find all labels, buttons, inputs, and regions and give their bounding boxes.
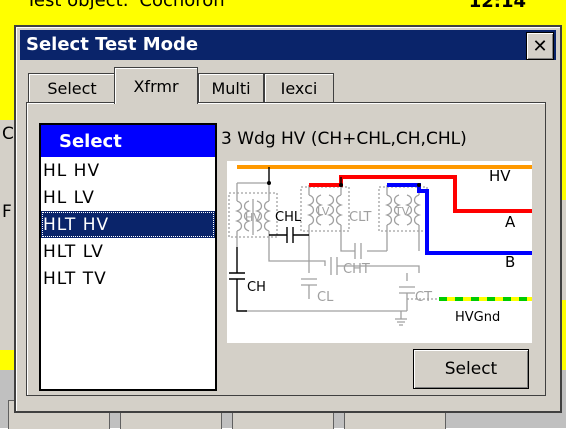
select-test-mode-dialog: Select Test Mode ✕ Select Xfrmr Multi Ie… xyxy=(14,25,562,413)
list-item-hlt-lv[interactable]: HLT LV xyxy=(41,238,215,265)
lv-winding-label: LV xyxy=(317,205,330,218)
list-item-hl-lv[interactable]: HL LV xyxy=(41,184,215,211)
tab-multi[interactable]: Multi xyxy=(198,73,264,102)
list-item-hl-hv[interactable]: HL HV xyxy=(41,157,215,184)
cht-label: CHT xyxy=(343,262,370,277)
chl-label: CHL xyxy=(275,210,302,225)
clt-capacitor xyxy=(354,243,362,259)
list-header: Select xyxy=(41,125,215,157)
cl-capacitor xyxy=(301,278,317,286)
list-item-hlt-hv[interactable]: HLT HV xyxy=(41,211,215,238)
tv-coil xyxy=(384,194,393,226)
lv-coil3 xyxy=(326,194,335,226)
list-item-hlt-tv[interactable]: HLT TV xyxy=(41,265,215,292)
tab-iexci[interactable]: Iexci xyxy=(264,73,334,102)
node xyxy=(267,181,271,185)
hv-core2 xyxy=(263,200,272,232)
tv-leads xyxy=(386,185,420,251)
a-terminal-label: A xyxy=(505,213,516,231)
node xyxy=(339,183,343,187)
background-letter: F xyxy=(2,202,12,222)
tab-select[interactable]: Select xyxy=(28,73,116,102)
tab-xfrmr[interactable]: Xfrmr xyxy=(114,67,198,104)
ch-capacitor xyxy=(229,247,247,312)
background-title: Test object: 'Cochoron' xyxy=(26,0,230,11)
clt-wiring xyxy=(340,247,387,252)
lv-coil xyxy=(306,194,315,226)
transformer-connection-diagram: HV LV TV CLT CHT CL CT CHL CH HV A B HVG… xyxy=(227,161,532,343)
hv-terminal-label: HV xyxy=(489,167,511,185)
background-letter: C xyxy=(2,124,14,144)
configuration-label: 3 Wdg HV (CH+CHL,CH,CHL) xyxy=(221,129,467,149)
dialog-titlebar[interactable]: Select Test Mode ✕ xyxy=(20,30,556,60)
tv-winding-label: TV xyxy=(394,205,410,218)
node xyxy=(417,183,421,187)
ct-label: CT xyxy=(415,290,432,305)
test-mode-list[interactable]: Select HL HV HL LV HLT HV HLT LV HLT TV xyxy=(39,123,217,391)
chl-capacitor xyxy=(269,227,309,243)
lv-coil4 xyxy=(335,194,344,226)
ground-symbol xyxy=(395,311,407,326)
hv-winding-label: HV xyxy=(245,211,261,224)
background-time: 12:14 xyxy=(468,0,526,12)
ch-label: CH xyxy=(247,280,266,295)
b-terminal-label: B xyxy=(505,253,515,271)
dialog-title: Select Test Mode xyxy=(26,34,199,55)
cl-label: CL xyxy=(317,290,334,305)
tv-coil4 xyxy=(413,194,422,226)
clt-label: CLT xyxy=(349,210,372,225)
close-icon: ✕ xyxy=(532,35,548,57)
tab-panel-xfrmr: Select HL HV HL LV HLT HV HLT LV HLT TV … xyxy=(26,102,546,396)
cht-capacitor xyxy=(330,257,338,275)
close-button[interactable]: ✕ xyxy=(526,32,554,60)
select-button[interactable]: Select xyxy=(413,349,529,389)
hv-gnd-terminal-label: HVGnd xyxy=(455,310,500,325)
